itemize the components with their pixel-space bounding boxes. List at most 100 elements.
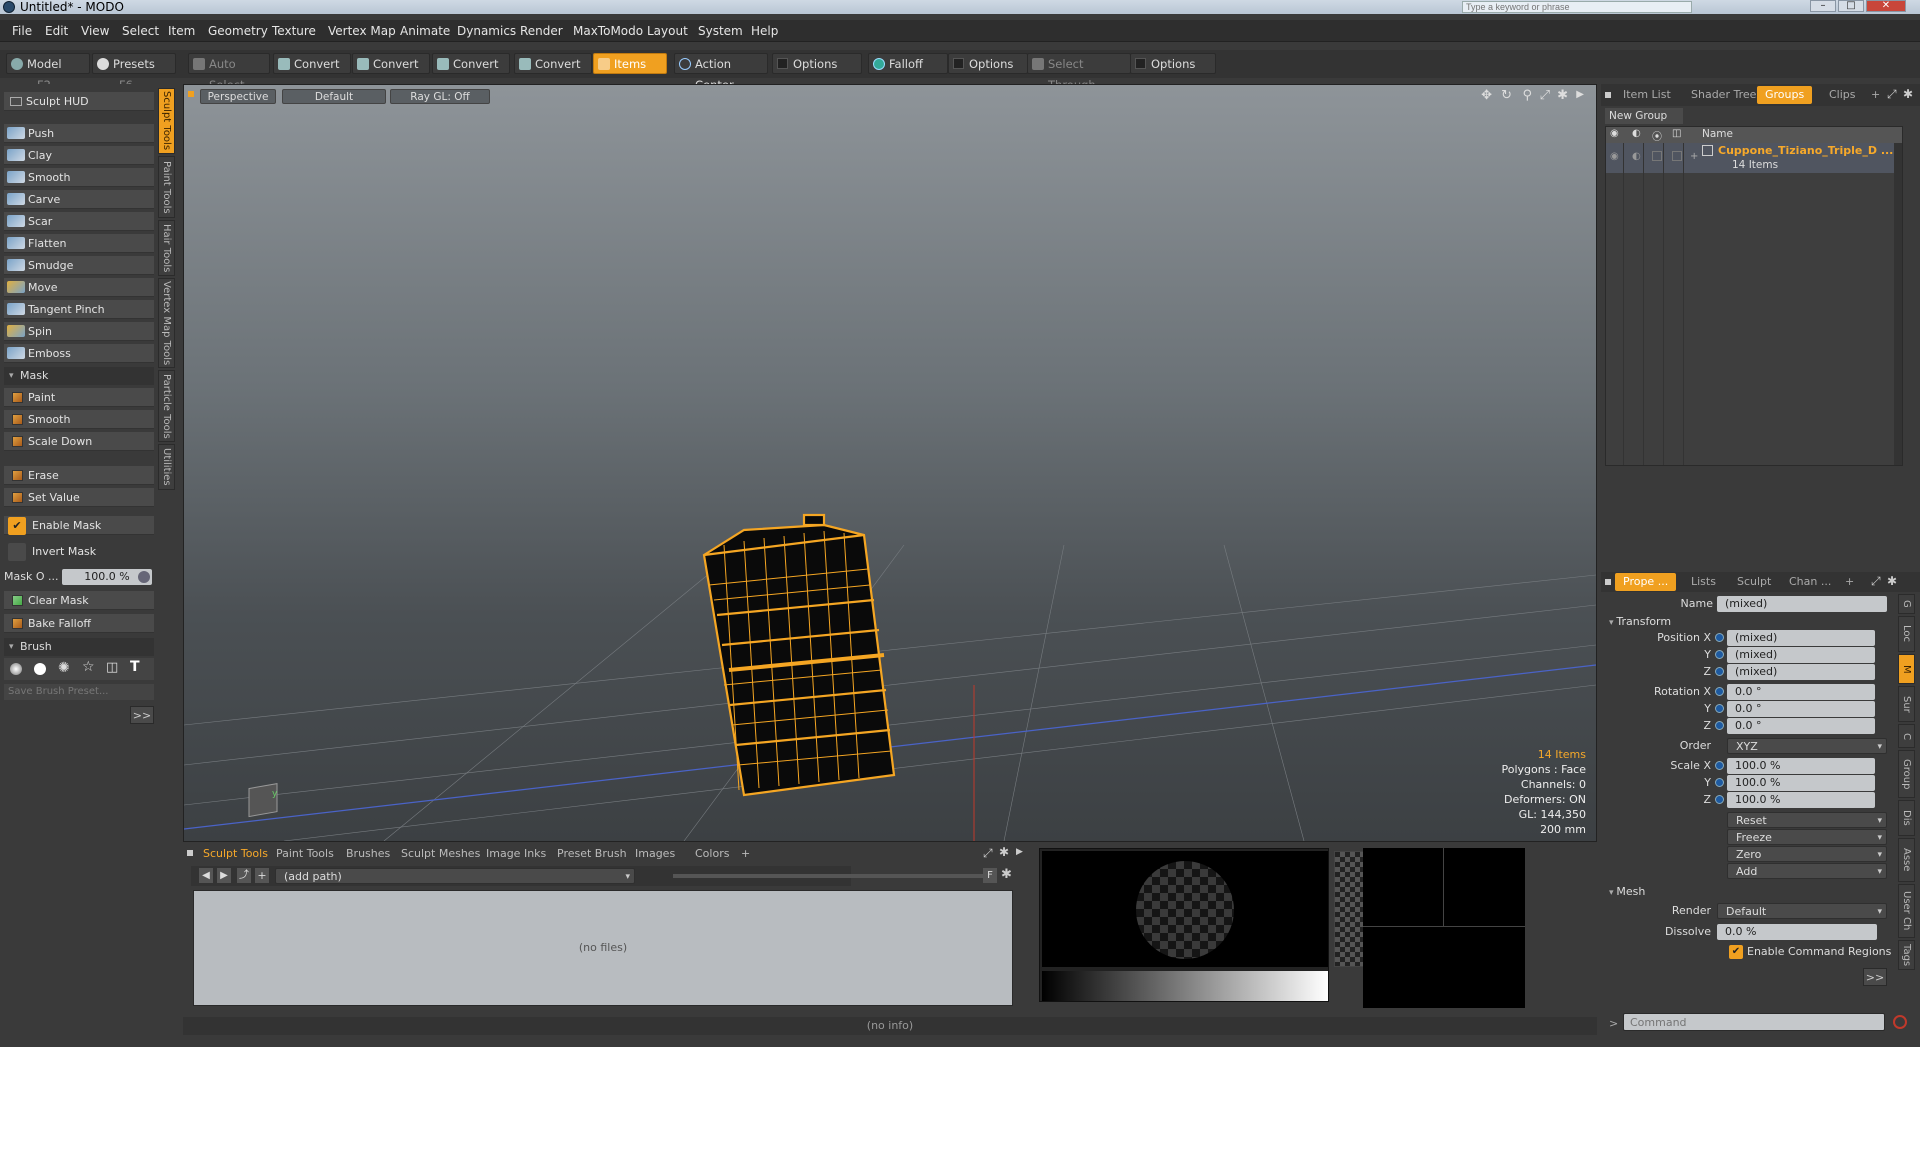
mask-smooth-button[interactable]: Smooth <box>4 410 154 429</box>
bottom-handle-icon[interactable] <box>187 850 193 856</box>
tab-sculpt-tools[interactable]: Sculpt Tools <box>197 845 274 862</box>
menu-texture[interactable]: Texture <box>272 20 316 42</box>
add-path-icon[interactable]: + <box>255 868 269 883</box>
tab-channels[interactable]: Chan ... <box>1781 573 1839 591</box>
star-brush-icon[interactable]: ☆ <box>82 659 95 675</box>
vtab-utilities[interactable]: Utilities <box>158 444 175 490</box>
items-mode-button[interactable]: Items <box>593 53 667 74</box>
expand-toggle-icon[interactable]: + <box>1690 151 1698 162</box>
vtab-particle-tools[interactable]: Particle Tools <box>158 370 175 442</box>
menu-render[interactable]: Render <box>520 20 563 42</box>
action-center-options-button[interactable]: Options <box>772 53 862 74</box>
groups-scrollbar[interactable] <box>1894 143 1902 465</box>
rotation-y-key-icon[interactable] <box>1715 704 1724 713</box>
reset-dropdown[interactable]: Reset <box>1727 812 1887 829</box>
scale-y-key-icon[interactable] <box>1715 778 1724 787</box>
scale-z-key-icon[interactable] <box>1715 795 1724 804</box>
render-col-icon[interactable]: ◐ <box>1632 128 1641 139</box>
forward-arrow-icon[interactable]: ▶ <box>217 868 231 883</box>
search-input[interactable] <box>1462 1 1692 13</box>
tool-move[interactable]: Move <box>4 278 154 297</box>
side-tab-sur[interactable]: Sur <box>1898 686 1915 722</box>
scale-x-key-icon[interactable] <box>1715 761 1724 770</box>
enable-mask-checkbox[interactable]: ✔ <box>8 517 26 535</box>
lock-col-icon[interactable]: ⦿ <box>1652 128 1662 143</box>
side-tab-tags[interactable]: Tags <box>1898 940 1915 970</box>
freeze-dropdown[interactable]: Freeze <box>1727 829 1887 846</box>
enable-command-regions-checkbox[interactable]: ✔ <box>1729 945 1743 959</box>
browser-settings-icon[interactable]: ✱ <box>1001 867 1012 882</box>
bake-falloff-button[interactable]: Bake Falloff <box>4 614 154 633</box>
position-x-key-icon[interactable] <box>1715 633 1724 642</box>
tab-images[interactable]: Images <box>629 845 681 862</box>
scale-z-field[interactable]: 100.0 % <box>1727 792 1875 808</box>
mask-scale-down-button[interactable]: Scale Down <box>4 432 154 451</box>
position-y-key-icon[interactable] <box>1715 650 1724 659</box>
props-more-button[interactable]: >> <box>1863 968 1887 986</box>
right-top-maximize-icon[interactable]: ⤢ <box>1887 87 1897 102</box>
menu-vertex-map[interactable]: Vertex Map <box>328 20 396 42</box>
name-field[interactable]: (mixed) <box>1717 596 1887 612</box>
group-render-icon[interactable]: ◐ <box>1632 151 1641 162</box>
mask-erase-button[interactable]: Erase <box>4 466 154 485</box>
invert-mask-checkbox[interactable] <box>8 543 26 561</box>
tool-push[interactable]: Push <box>4 124 154 143</box>
3d-viewport[interactable]: Perspective Default Ray GL: Off ✥ ↻ ⚲ ⤢ … <box>183 84 1597 842</box>
convert-button-2[interactable]: Convert <box>352 53 430 74</box>
side-tab-asse[interactable]: Asse <box>1898 838 1915 882</box>
rotation-y-field[interactable]: 0.0 ° <box>1727 701 1875 717</box>
tool-smooth[interactable]: Smooth <box>4 168 154 187</box>
mask-paint-button[interactable]: Paint <box>4 388 154 407</box>
tab-add-props[interactable]: + <box>1837 573 1862 591</box>
dissolve-field[interactable]: 0.0 % <box>1717 924 1877 940</box>
tab-sculpt-meshes[interactable]: Sculpt Meshes <box>395 845 486 862</box>
save-brush-preset-button[interactable]: Save Brush Preset... <box>4 684 154 700</box>
tab-sculpt[interactable]: Sculpt <box>1729 573 1779 591</box>
right-top-settings-icon[interactable]: ✱ <box>1903 87 1913 101</box>
position-z-field[interactable]: (mixed) <box>1727 664 1875 680</box>
command-input[interactable] <box>1623 1013 1885 1031</box>
invert-mask-toggle[interactable]: Invert Mask <box>4 542 154 561</box>
vtab-sculpt-tools[interactable]: Sculpt Tools <box>158 88 175 154</box>
group-select-icon[interactable] <box>1672 151 1682 161</box>
group-name[interactable]: Cuppone_Tiziano_Triple_D ... <box>1718 144 1893 157</box>
select-through-options-button[interactable]: Options <box>1130 53 1216 74</box>
clear-mask-button[interactable]: Clear Mask <box>4 591 154 610</box>
selected-mesh[interactable] <box>702 513 896 797</box>
bottom-maximize-icon[interactable]: ⤢ <box>983 846 993 861</box>
menu-animate[interactable]: Animate <box>400 20 450 42</box>
falloff-options-checkbox[interactable] <box>953 58 964 69</box>
tool-spin[interactable]: Spin <box>4 322 154 341</box>
text-brush-icon[interactable]: T <box>130 659 140 675</box>
tool-scar[interactable]: Scar <box>4 212 154 231</box>
scale-y-field[interactable]: 100.0 % <box>1727 775 1875 791</box>
convert-button-1[interactable]: Convert <box>273 53 351 74</box>
vtab-hair-tools[interactable]: Hair Tools <box>158 220 175 276</box>
rotation-z-key-icon[interactable] <box>1715 721 1724 730</box>
position-y-field[interactable]: (mixed) <box>1727 647 1875 663</box>
convert-button-4[interactable]: Convert <box>514 53 592 74</box>
back-arrow-icon[interactable]: ◀ <box>199 868 213 883</box>
scale-x-field[interactable]: 100.0 % <box>1727 758 1875 774</box>
group-row[interactable]: ◉ ◐ + Cuppone_Tiziano_Triple_D ... 14 It… <box>1606 143 1902 173</box>
transform-section-header[interactable]: ▾ Transform <box>1609 615 1671 628</box>
render-dropdown[interactable]: Default <box>1717 903 1887 920</box>
convert-button-3[interactable]: Convert <box>432 53 510 74</box>
menu-select[interactable]: Select <box>122 20 159 42</box>
presets-button[interactable]: Presets F6 <box>92 53 176 92</box>
splatter-brush-icon[interactable]: ✺ <box>58 660 70 676</box>
enable-mask-toggle[interactable]: ✔ Enable Mask <box>4 516 154 535</box>
mask-opacity-slider-icon[interactable] <box>138 571 150 583</box>
menu-help[interactable]: Help <box>751 20 778 42</box>
menu-layout[interactable]: Layout <box>647 20 688 42</box>
props-maximize-icon[interactable]: ⤢ <box>1871 574 1881 589</box>
bottom-menu-arrow-icon[interactable]: ▶ <box>1016 847 1023 857</box>
file-browser-area[interactable]: (no files) <box>193 890 1013 1006</box>
hard-brush-icon[interactable] <box>34 663 46 675</box>
zero-dropdown[interactable]: Zero <box>1727 846 1887 863</box>
rotation-x-field[interactable]: 0.0 ° <box>1727 684 1875 700</box>
options-checkbox[interactable] <box>777 58 788 69</box>
tab-item-list[interactable]: Item List <box>1615 86 1679 104</box>
falloff-options-button[interactable]: Options <box>948 53 1028 74</box>
record-macro-icon[interactable] <box>1893 1015 1907 1029</box>
